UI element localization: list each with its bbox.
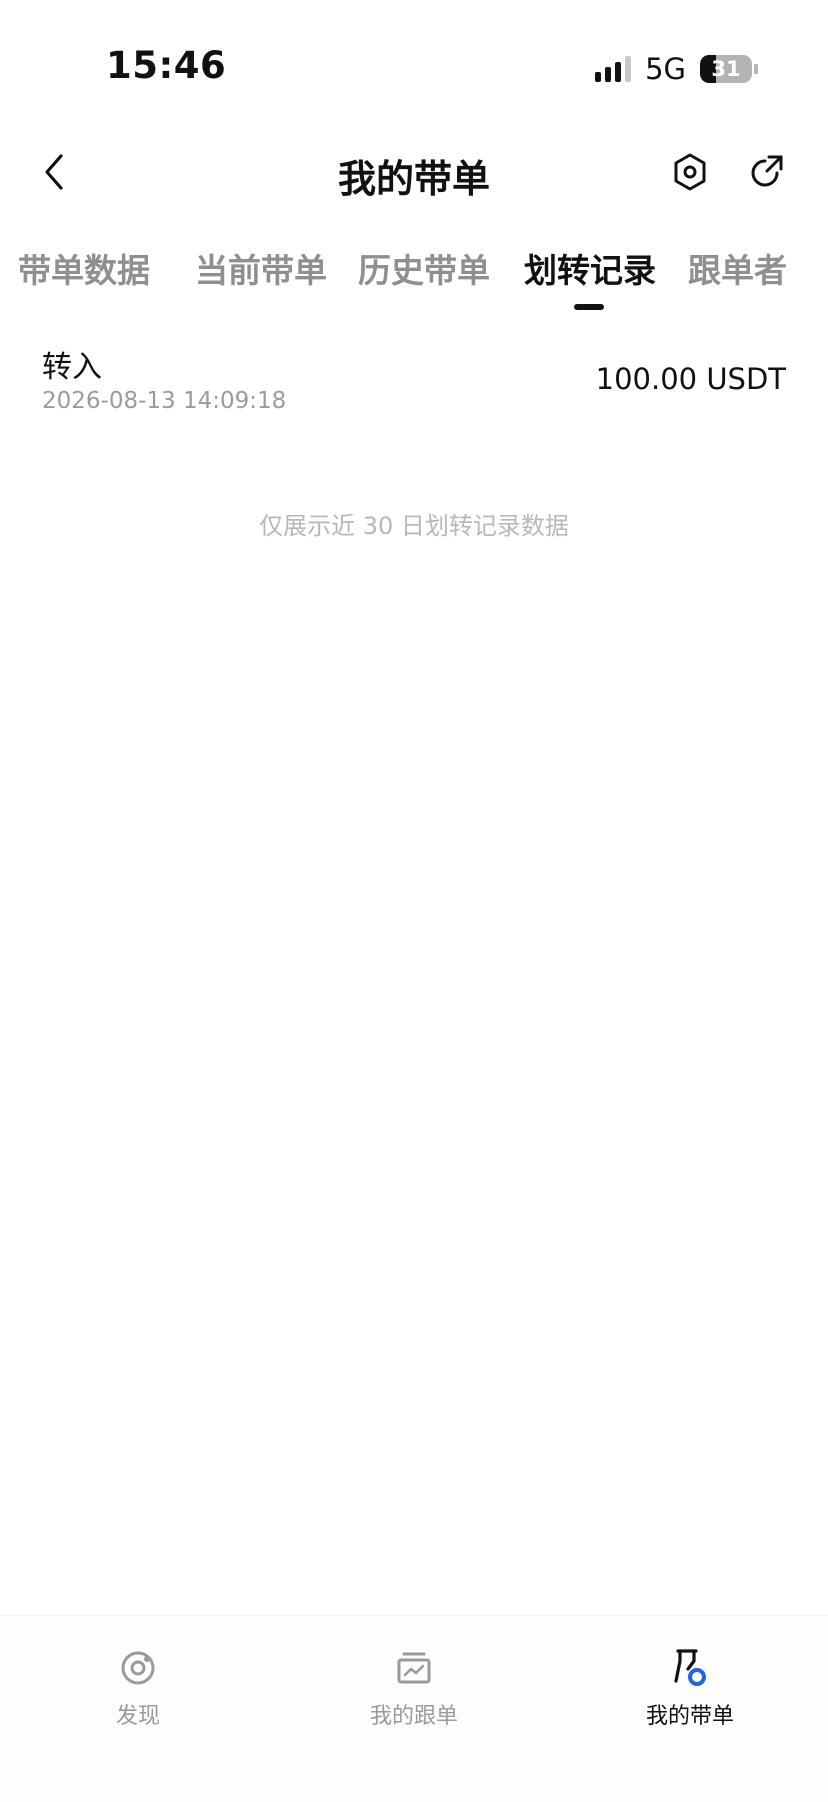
bottom-nav: 发现 我的跟单 我的带单 [0, 1615, 828, 1802]
tab-transfer-records[interactable]: 划转记录 [524, 244, 656, 292]
chart-card-icon [397, 1652, 431, 1684]
nav-my-lead-label: 我的带单 [645, 1704, 734, 1729]
footer-note: 仅展示近 30 日划转记录数据 [259, 512, 569, 540]
record-type: 转入 [42, 350, 102, 385]
record-amount: 100.00 USDT [595, 362, 786, 396]
battery-level: 31 [711, 57, 741, 81]
tab-history-lead[interactable]: 历史带单 [358, 244, 490, 292]
status-indicators: 5G 31 [595, 52, 758, 86]
record-time: 2026-08-13 14:09:18 [42, 388, 287, 414]
tab-current-lead[interactable]: 当前带单 [195, 244, 327, 292]
network-type: 5G [645, 52, 686, 86]
status-time: 15:46 [106, 44, 227, 87]
hexagon-settings-icon [674, 153, 706, 191]
nav-my-follow[interactable]: 我的跟单 [324, 1648, 504, 1730]
settings-button[interactable] [668, 150, 712, 194]
nav-my-follow-label: 我的跟单 [369, 1704, 458, 1729]
nav-discover-label: 发现 [115, 1704, 160, 1729]
nav-my-lead[interactable]: 我的带单 [600, 1648, 780, 1730]
active-tab-indicator [574, 304, 604, 310]
battery-icon: 31 [700, 55, 758, 83]
share-icon [751, 155, 783, 187]
nav-discover[interactable]: 发现 [48, 1648, 228, 1730]
tab-followers[interactable]: 跟单者 [688, 244, 787, 292]
lead-trade-icon [674, 1649, 706, 1686]
discover-icon [121, 1651, 155, 1685]
signal-strength-icon [595, 56, 632, 82]
share-button[interactable] [744, 150, 788, 194]
tab-lead-data[interactable]: 带单数据 [18, 244, 150, 292]
tab-bar: 带单数据 当前带单 历史带单 划转记录 跟单者 [0, 236, 828, 316]
